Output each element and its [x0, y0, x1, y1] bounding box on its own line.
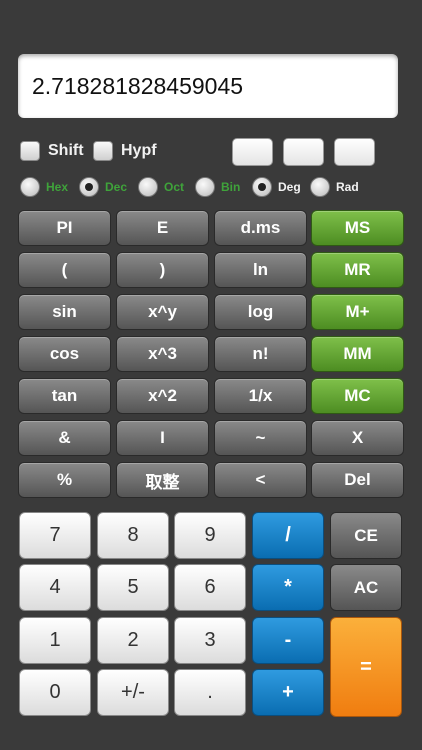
radio-deg-dot[interactable]: [252, 177, 272, 197]
equals-button[interactable]: =: [330, 617, 402, 717]
digit-2-button[interactable]: 2: [97, 617, 169, 664]
radio-rad-label: Rad: [336, 180, 359, 194]
memory-add-button[interactable]: M+: [311, 294, 404, 330]
factorial-button[interactable]: n!: [214, 336, 307, 372]
radio-bin[interactable]: Bin: [195, 177, 240, 197]
radio-oct-label: Oct: [164, 180, 185, 194]
mode-radio-row: Hex Dec Oct Bin Deg Rad: [18, 177, 408, 201]
add-button[interactable]: +: [252, 669, 324, 716]
digit-7-button[interactable]: 7: [19, 512, 91, 559]
delete-button[interactable]: Del: [311, 462, 404, 498]
not-button[interactable]: ~: [214, 420, 307, 456]
memory-store-button[interactable]: MS: [311, 210, 404, 246]
memory-indicator-1: [232, 138, 273, 166]
hypf-checkbox[interactable]: [93, 141, 113, 161]
digit-5-button[interactable]: 5: [97, 564, 169, 611]
sign-toggle-button[interactable]: +/-: [97, 669, 169, 716]
hypf-label: Hypf: [121, 142, 157, 159]
digit-9-button[interactable]: 9: [174, 512, 246, 559]
square-button[interactable]: x^2: [116, 378, 209, 414]
cos-button[interactable]: cos: [18, 336, 111, 372]
shift-label: Shift: [48, 142, 84, 159]
or-button[interactable]: I: [116, 420, 209, 456]
clear-entry-button[interactable]: CE: [330, 512, 402, 559]
radio-bin-dot[interactable]: [195, 177, 215, 197]
e-button[interactable]: E: [116, 210, 209, 246]
ln-button[interactable]: ln: [214, 252, 307, 288]
digit-1-button[interactable]: 1: [19, 617, 91, 664]
all-clear-button[interactable]: AC: [330, 564, 402, 611]
memory-clear-button[interactable]: MC: [311, 378, 404, 414]
radio-dec-label: Dec: [105, 180, 128, 194]
radio-deg[interactable]: Deg: [252, 177, 301, 197]
shift-left-button[interactable]: <: [214, 462, 307, 498]
tan-button[interactable]: tan: [18, 378, 111, 414]
memory-recall-button[interactable]: MR: [311, 252, 404, 288]
shift-toggle[interactable]: Shift: [20, 141, 84, 161]
percent-button[interactable]: %: [18, 462, 111, 498]
radio-hex[interactable]: Hex: [20, 177, 68, 197]
multiply-button[interactable]: *: [252, 564, 324, 611]
display-value: 2.718281828459045: [32, 72, 244, 99]
calculator-app: 2.718281828459045 Shift Hypf Hex Dec Oct…: [0, 0, 422, 750]
memory-indicator-3: [334, 138, 375, 166]
subtract-button[interactable]: -: [252, 617, 324, 664]
radio-rad-dot[interactable]: [310, 177, 330, 197]
memory-indicator-2: [283, 138, 324, 166]
log-button[interactable]: log: [214, 294, 307, 330]
radio-hex-label: Hex: [46, 180, 69, 194]
and-button[interactable]: &: [18, 420, 111, 456]
open-paren-button[interactable]: (: [18, 252, 111, 288]
divide-button[interactable]: /: [252, 512, 324, 559]
radio-oct[interactable]: Oct: [138, 177, 184, 197]
decimal-point-button[interactable]: .: [174, 669, 246, 716]
hypf-toggle[interactable]: Hypf: [93, 141, 157, 161]
radio-bin-label: Bin: [221, 180, 241, 194]
result-display: 2.718281828459045: [18, 54, 398, 118]
memory-minus-button[interactable]: MM: [311, 336, 404, 372]
radio-deg-label: Deg: [278, 180, 301, 194]
integer-button[interactable]: 取整: [116, 462, 209, 498]
digit-3-button[interactable]: 3: [174, 617, 246, 664]
sin-button[interactable]: sin: [18, 294, 111, 330]
shift-checkbox[interactable]: [20, 141, 40, 161]
radio-dec[interactable]: Dec: [79, 177, 127, 197]
close-paren-button[interactable]: ): [116, 252, 209, 288]
reciprocal-button[interactable]: 1/x: [214, 378, 307, 414]
pi-button[interactable]: PI: [18, 210, 111, 246]
xor-button[interactable]: X: [311, 420, 404, 456]
radio-rad[interactable]: Rad: [310, 177, 359, 197]
digit-6-button[interactable]: 6: [174, 564, 246, 611]
radio-oct-dot[interactable]: [138, 177, 158, 197]
dms-button[interactable]: d.ms: [214, 210, 307, 246]
cube-button[interactable]: x^3: [116, 336, 209, 372]
digit-0-button[interactable]: 0: [19, 669, 91, 716]
radio-dec-dot[interactable]: [79, 177, 99, 197]
power-button[interactable]: x^y: [116, 294, 209, 330]
digit-4-button[interactable]: 4: [19, 564, 91, 611]
digit-8-button[interactable]: 8: [97, 512, 169, 559]
radio-hex-dot[interactable]: [20, 177, 40, 197]
